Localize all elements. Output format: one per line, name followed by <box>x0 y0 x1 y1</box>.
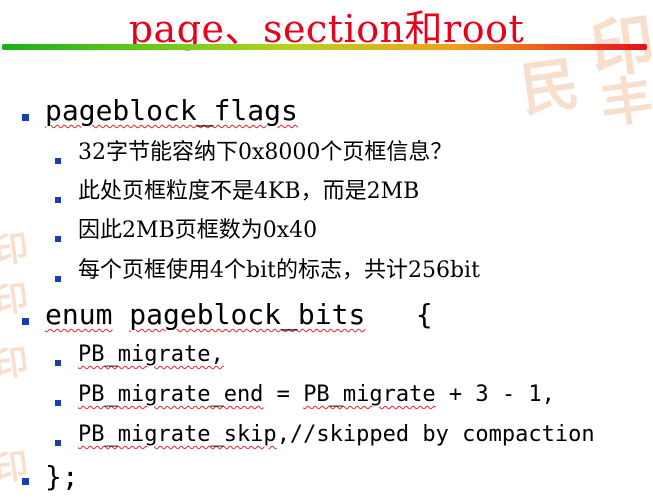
bullet-text: pageblock_flags <box>45 95 298 127</box>
decorative-seal: 印 <box>0 341 32 387</box>
sub-bullet-text-content: PB_migrate_end <box>78 382 264 407</box>
bullet-marker <box>22 318 29 325</box>
bullet-text: enum pageblock_bits { <box>45 299 433 331</box>
bullet-marker <box>55 197 61 203</box>
sub-bullet-text-content: PB_migrate <box>303 382 436 407</box>
bullet-text-content: { <box>365 298 433 331</box>
bullet-marker <box>22 478 29 485</box>
sub-bullet-text-content: PB_migrate, <box>78 342 224 367</box>
bullet-marker <box>55 158 61 164</box>
decorative-seal: 印 <box>0 277 32 323</box>
sub-bullet-text: PB_migrate_skip,//skipped by compaction <box>78 421 595 449</box>
sub-bullet-text: 每个页框使用4个bit的标志，共计256bit <box>78 258 480 283</box>
sub-bullet-text: 32字节能容纳下0x8000个页框信息？ <box>78 140 453 165</box>
bullet-text-content: pageblock_flags <box>45 94 298 127</box>
sub-bullet-text-content: ,//skipped by compaction <box>276 422 595 447</box>
sub-bullet-text-content: = <box>263 382 304 407</box>
bullet-marker <box>55 440 61 446</box>
sub-bullet-text-content: + 3 - 1, <box>435 382 555 407</box>
bullet-text-content: enum <box>45 298 113 331</box>
bullet-marker <box>55 236 61 242</box>
sub-bullet-text: 因此2MB页框数为0x40 <box>78 218 318 243</box>
sub-bullet-text: PB_migrate, <box>78 341 224 369</box>
title-underline <box>2 44 647 50</box>
bullet-marker <box>55 360 61 366</box>
sub-bullet-text: PB_migrate_end = PB_migrate + 3 - 1, <box>78 381 555 409</box>
decorative-seal: 丰 <box>596 68 653 137</box>
bullet-text: }; <box>45 460 79 493</box>
sub-bullet-text-content: PB_migrate_skip <box>78 422 277 447</box>
bullet-marker <box>55 400 61 406</box>
slide: 印 民 丰 印 印 印 印 page、section和root pagebloc… <box>0 0 653 504</box>
bullet-text-content: pageblock_bits <box>129 298 366 331</box>
bullet-marker <box>55 276 61 282</box>
bullet-marker <box>22 114 29 121</box>
decorative-seal: 印 <box>0 227 32 273</box>
sub-bullet-text: 此处页框粒度不是4KB，而是2MB <box>78 179 420 204</box>
